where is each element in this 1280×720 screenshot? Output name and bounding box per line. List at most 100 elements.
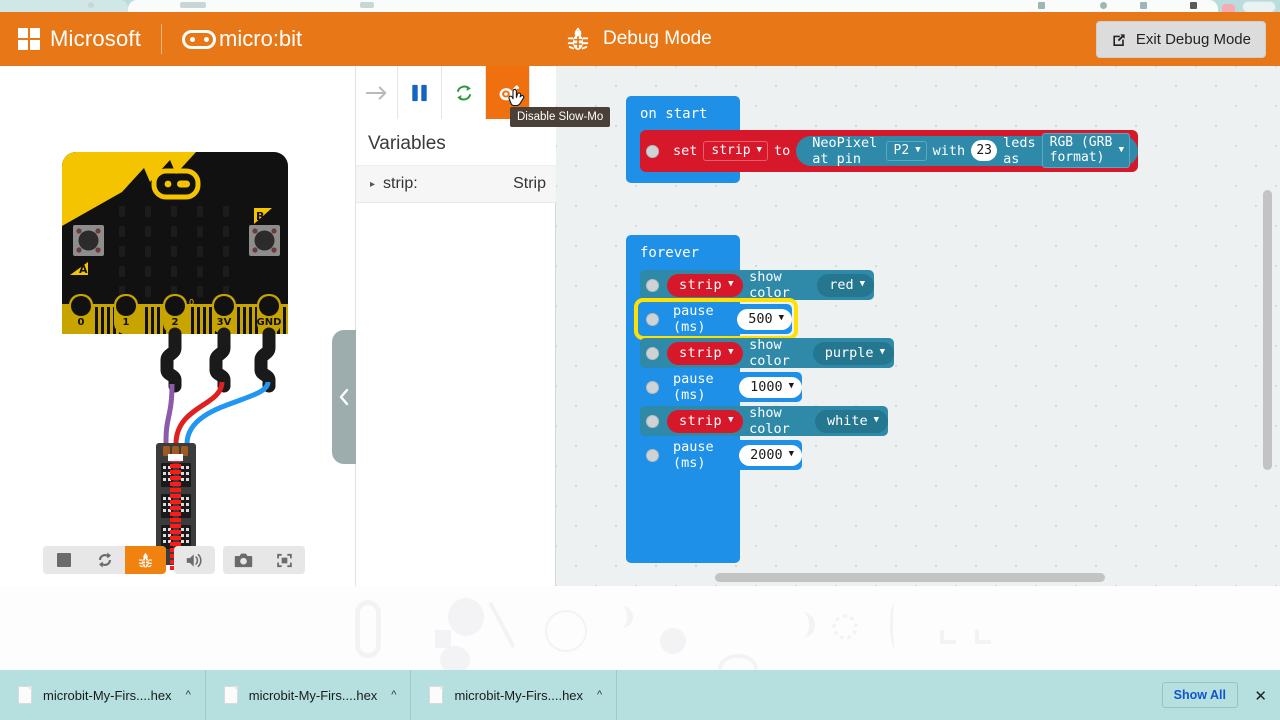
- breakpoint-dot[interactable]: [646, 448, 659, 462]
- chevron-up-icon[interactable]: ^: [597, 689, 602, 701]
- restart-debug-button[interactable]: [442, 66, 486, 119]
- neopixel-reporter-block[interactable]: NeoPixel at pin P2 ▼ with 23 leds as RGB…: [796, 133, 1138, 168]
- variable-dropdown[interactable]: strip ▼: [667, 341, 744, 365]
- deco-corner-2: [975, 630, 991, 644]
- chevron-down-icon: ▼: [778, 313, 784, 323]
- download-filename: microbit-My-Firs....hex: [454, 687, 584, 703]
- microbit-simulator[interactable]: A B 0 1 2 3V GND 0: [0, 66, 356, 586]
- variable-row-strip[interactable]: ▸ strip: Strip: [356, 165, 556, 203]
- deco-corner-1: [940, 630, 956, 644]
- download-item[interactable]: microbit-My-Firs....hex ^: [411, 670, 618, 720]
- variable-dropdown[interactable]: strip ▼: [667, 409, 744, 433]
- block-pause-500[interactable]: pause (ms) 500 ▼: [640, 303, 792, 335]
- breakpoint-dot[interactable]: [646, 414, 659, 428]
- chevron-down-icon: ▼: [879, 347, 885, 357]
- exit-debug-mode-button[interactable]: Exit Debug Mode: [1095, 21, 1266, 58]
- variable-name-text: strip: [679, 412, 723, 429]
- expand-caret-icon[interactable]: ▸: [370, 179, 375, 190]
- browser-tabstrip: [0, 0, 1280, 13]
- camera-icon: [234, 553, 253, 568]
- pause-value-dropdown[interactable]: 1000 ▼: [739, 376, 802, 398]
- download-item[interactable]: microbit-My-Firs....hex ^: [0, 670, 206, 720]
- pause-value-dropdown[interactable]: 2000 ▼: [739, 444, 802, 466]
- fullscreen-icon: [277, 553, 292, 567]
- screenshot-button[interactable]: [223, 546, 264, 574]
- restart-icon: [98, 552, 111, 568]
- microsoft-squares-icon: [18, 28, 40, 50]
- breakpoint-dot[interactable]: [646, 346, 659, 360]
- block-show-color-white[interactable]: strip ▼ show color white ▼: [640, 405, 888, 437]
- debug-button[interactable]: [125, 546, 166, 574]
- chevron-down-icon: ▼: [728, 347, 735, 357]
- svg-text:1: 1: [123, 317, 130, 328]
- workspace-scrollbar-vertical[interactable]: [1263, 190, 1272, 470]
- browser-toolbar-icon-2[interactable]: [1100, 2, 1107, 9]
- header-divider: [161, 24, 163, 54]
- block-show-color-purple[interactable]: strip ▼ show color purple ▼: [640, 337, 894, 369]
- browser-toolbar-icon-3[interactable]: [1140, 2, 1147, 9]
- pause-value-dropdown[interactable]: 500 ▼: [737, 308, 792, 330]
- block-pause-1000[interactable]: pause (ms) 1000 ▼: [640, 371, 802, 403]
- variable-dropdown[interactable]: strip ▼: [703, 141, 768, 161]
- blocks-workspace[interactable]: on start set strip ▼ to NeoPixel at pin …: [556, 66, 1280, 586]
- breakpoint-dot[interactable]: [646, 312, 659, 326]
- pause-value: 500: [748, 310, 773, 327]
- main-body: A B 0 1 2 3V GND 0 Disable Slow-Mo Varia…: [0, 66, 1280, 586]
- pause-value: 2000: [750, 446, 783, 463]
- pause-label: pause (ms): [673, 439, 714, 471]
- browser-toolbar-icon-1[interactable]: [1038, 2, 1045, 9]
- file-icon: [18, 686, 32, 704]
- microbit-logo[interactable]: micro:bit: [182, 26, 302, 52]
- debug-mode-indicator: Debug Mode: [565, 12, 712, 66]
- deco-ring: [545, 610, 587, 652]
- breakpoint-dot[interactable]: [646, 144, 659, 158]
- file-icon: [429, 686, 444, 704]
- tab-dot-icon: [88, 2, 94, 8]
- chevron-down-icon: ▼: [756, 145, 762, 155]
- microbit-wordmark: micro:bit: [219, 26, 303, 51]
- leds-count-input[interactable]: 23: [971, 140, 998, 161]
- deco-squiggle: [890, 602, 900, 648]
- pause-icon: [412, 84, 427, 101]
- pause-label: pause (ms): [673, 303, 714, 335]
- variable-name-text: strip: [679, 344, 723, 361]
- chevron-up-icon[interactable]: ^: [186, 689, 191, 701]
- microbit-board: A B 0 1 2 3V GND 0: [53, 152, 297, 334]
- color-dropdown[interactable]: red ▼: [817, 273, 874, 297]
- sim-toolbar-group-1: [43, 546, 166, 574]
- breakpoint-dot[interactable]: [646, 278, 659, 292]
- collapse-simulator-handle[interactable]: [332, 330, 356, 464]
- block-show-color-red[interactable]: strip ▼ show color red ▼: [640, 269, 874, 301]
- workspace-scrollbar-horizontal[interactable]: [715, 573, 1105, 582]
- block-set-variable[interactable]: set strip ▼ to NeoPixel at pin P2 ▼ with…: [640, 130, 1138, 172]
- stop-button[interactable]: [43, 546, 84, 574]
- restart-button[interactable]: [84, 546, 125, 574]
- variable-dropdown[interactable]: strip ▼: [667, 273, 744, 297]
- chevron-down-icon: ▼: [1118, 144, 1124, 155]
- pin-dropdown[interactable]: P2 ▼: [885, 140, 927, 161]
- browser-avatar-icon[interactable]: [1222, 4, 1235, 12]
- chevron-up-icon[interactable]: ^: [391, 689, 396, 701]
- browser-toolbar-icon-4[interactable]: [1190, 2, 1197, 9]
- mute-button[interactable]: [174, 546, 215, 574]
- bug-icon: [138, 552, 153, 568]
- close-shelf-button[interactable]: ✕: [1254, 687, 1267, 705]
- svg-text:B: B: [256, 210, 264, 223]
- svg-text:GND: GND: [257, 317, 282, 328]
- tab-title-placeholder: [180, 2, 206, 8]
- download-item[interactable]: microbit-My-Firs....hex ^: [206, 670, 412, 720]
- browser-tab-active[interactable]: [128, 0, 1218, 12]
- microsoft-logo[interactable]: Microsoft: [18, 26, 141, 52]
- format-dropdown[interactable]: RGB (GRB format) ▼: [1041, 133, 1130, 168]
- block-pause-2000[interactable]: pause (ms) 2000 ▼: [640, 439, 802, 471]
- pause-button[interactable]: [398, 66, 442, 119]
- step-over-button[interactable]: [356, 66, 398, 119]
- breakpoint-dot[interactable]: [646, 380, 659, 394]
- color-dropdown[interactable]: white ▼: [814, 409, 888, 433]
- chevron-down-icon: ▼: [873, 415, 879, 425]
- debugger-panel: Disable Slow-Mo Variables ▸ strip: Strip: [356, 66, 611, 586]
- fullscreen-button[interactable]: [264, 546, 305, 574]
- browser-tab-inactive[interactable]: [0, 0, 128, 12]
- show-all-downloads-button[interactable]: Show All: [1161, 682, 1238, 708]
- color-dropdown[interactable]: purple ▼: [812, 341, 894, 365]
